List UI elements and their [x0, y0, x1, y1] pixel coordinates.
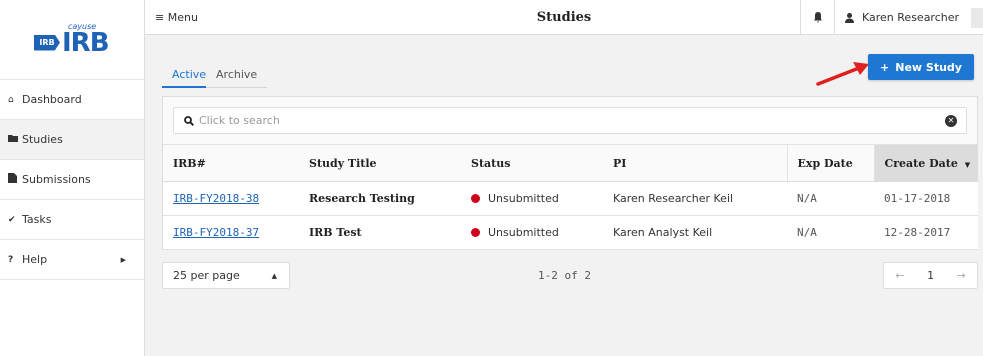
sidebar-item-label: Studies	[22, 133, 63, 146]
sort-desc-icon: ▼	[964, 159, 971, 169]
new-study-button[interactable]: + New Study	[868, 54, 974, 80]
user-name: Karen Researcher	[862, 11, 960, 24]
studies-panel: ✕ IRB# Study Title Status PI Exp Date Cr…	[162, 96, 978, 250]
sidebar-item-label: Help	[22, 253, 48, 266]
tab-active[interactable]: Active	[162, 65, 207, 88]
column-header-create-date[interactable]: Create Date ▼	[873, 144, 978, 182]
sidebar-item-tasks[interactable]: ✔ Tasks	[0, 200, 144, 240]
pi-cell: Karen Researcher Keil	[603, 181, 787, 216]
hamburger-icon: ≡	[155, 11, 165, 24]
table-header-row: IRB# Study Title Status PI Exp Date Crea…	[163, 144, 978, 182]
annotation-arrow-icon	[816, 62, 869, 86]
sidebar: IRB cayuse IRB ⌂ Dashboard Studies Submi…	[0, 0, 145, 356]
prev-page-icon[interactable]: ←	[895, 269, 904, 282]
create-date-cell: 12-28-2017	[874, 215, 978, 250]
study-title-cell: IRB Test	[299, 215, 461, 250]
home-icon: ⌂	[8, 94, 14, 105]
search-icon	[184, 115, 194, 126]
next-page-icon[interactable]: →	[956, 269, 965, 282]
user-icon	[845, 12, 854, 23]
check-icon: ✔	[8, 214, 16, 225]
study-title-cell: Research Testing	[299, 181, 461, 216]
exp-date-cell: N/A	[787, 215, 874, 250]
top-header: Studies ≡ Menu Karen Researcher	[145, 0, 983, 35]
logo[interactable]: IRB cayuse IRB	[0, 0, 144, 80]
new-study-label: New Study	[895, 60, 962, 74]
pagination: ← 1 →	[883, 262, 978, 289]
sidebar-item-label: Tasks	[22, 213, 52, 226]
sidebar-item-studies[interactable]: Studies	[0, 120, 144, 160]
cayuse-irb-logo: IRB cayuse IRB	[32, 20, 112, 60]
main-content: Active Archive + New Study ✕ IRB# Study …	[145, 35, 983, 356]
column-header-create-date-label: Create Date	[884, 156, 958, 170]
table-row[interactable]: IRB-FY2018-38 Research Testing Unsubmitt…	[163, 181, 978, 216]
notifications-button[interactable]	[800, 0, 834, 35]
status-cell: Unsubmitted	[461, 181, 603, 216]
bell-icon	[813, 12, 822, 23]
tab-archive[interactable]: Archive	[216, 65, 267, 88]
plus-icon: +	[880, 60, 890, 74]
menu-button[interactable]: ≡ Menu	[155, 0, 198, 35]
irb-link[interactable]: IRB-FY2018-37	[173, 226, 259, 239]
sidebar-item-help[interactable]: ? Help ▶	[0, 240, 144, 280]
status-text: Unsubmitted	[488, 192, 559, 205]
exp-date-cell: N/A	[787, 181, 874, 216]
caret-right-icon: ▶	[120, 255, 126, 264]
per-page-select[interactable]: 25 per page ▲	[162, 262, 290, 289]
sidebar-item-dashboard[interactable]: ⌂ Dashboard	[0, 80, 144, 120]
logo-tag: IRB	[34, 34, 60, 51]
current-page[interactable]: 1	[927, 269, 934, 282]
caret-up-icon: ▲	[271, 271, 277, 280]
studies-table: IRB# Study Title Status PI Exp Date Crea…	[163, 144, 978, 250]
per-page-value: 25 per page	[173, 269, 240, 282]
column-header-exp-date[interactable]: Exp Date	[786, 144, 874, 182]
clear-search-icon[interactable]: ✕	[945, 114, 957, 127]
menu-label: Menu	[167, 11, 198, 24]
search-input[interactable]	[199, 114, 945, 127]
table-row[interactable]: IRB-FY2018-37 IRB Test Unsubmitted Karen…	[163, 215, 978, 250]
sidebar-item-label: Submissions	[22, 173, 91, 186]
sidebar-item-label: Dashboard	[22, 93, 82, 106]
status-dot-icon	[471, 228, 480, 237]
user-name-overflow	[971, 8, 983, 28]
logo-main: IRB	[62, 27, 110, 58]
column-header-study-title[interactable]: Study Title	[299, 144, 461, 182]
column-header-irb[interactable]: IRB#	[163, 144, 299, 182]
sidebar-item-submissions[interactable]: Submissions	[0, 160, 144, 200]
pagination-range: 1-2 of 2	[538, 269, 591, 282]
irb-link[interactable]: IRB-FY2018-38	[173, 192, 259, 205]
status-text: Unsubmitted	[488, 226, 559, 239]
column-header-pi[interactable]: PI	[603, 144, 787, 182]
status-dot-icon	[471, 194, 480, 203]
pi-cell: Karen Analyst Keil	[603, 215, 787, 250]
study-tabs: Active Archive	[162, 65, 268, 88]
search-bar[interactable]: ✕	[173, 107, 967, 134]
user-menu[interactable]: Karen Researcher	[834, 0, 983, 35]
create-date-cell: 01-17-2018	[874, 181, 978, 216]
document-icon	[8, 173, 22, 186]
question-icon: ?	[8, 254, 14, 265]
status-cell: Unsubmitted	[461, 215, 603, 250]
folder-icon	[8, 134, 22, 145]
column-header-status[interactable]: Status	[461, 144, 603, 182]
